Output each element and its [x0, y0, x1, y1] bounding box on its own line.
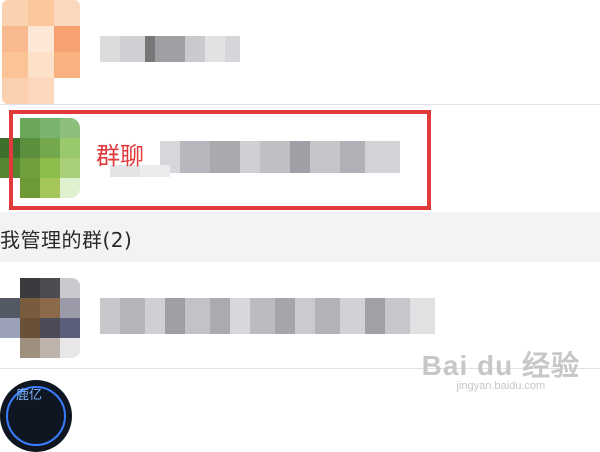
section-header-managed-groups: 我管理的群(2)	[0, 212, 600, 262]
avatar-text: 鹿亿	[16, 388, 43, 403]
blurred-name	[100, 36, 240, 62]
baidu-jingyan-watermark: Bai du 经验 jingyan.baidu.com	[422, 344, 580, 392]
blurred-group-name	[100, 298, 435, 334]
section-title: 我管理的群(2)	[0, 228, 133, 252]
avatar	[2, 0, 80, 104]
highlight-box	[9, 110, 431, 210]
contact-row-1[interactable]	[0, 0, 600, 104]
avatar: 鹿亿	[0, 380, 72, 452]
watermark-logo: Bai du 经验	[421, 350, 580, 381]
group-avatar	[0, 278, 80, 358]
